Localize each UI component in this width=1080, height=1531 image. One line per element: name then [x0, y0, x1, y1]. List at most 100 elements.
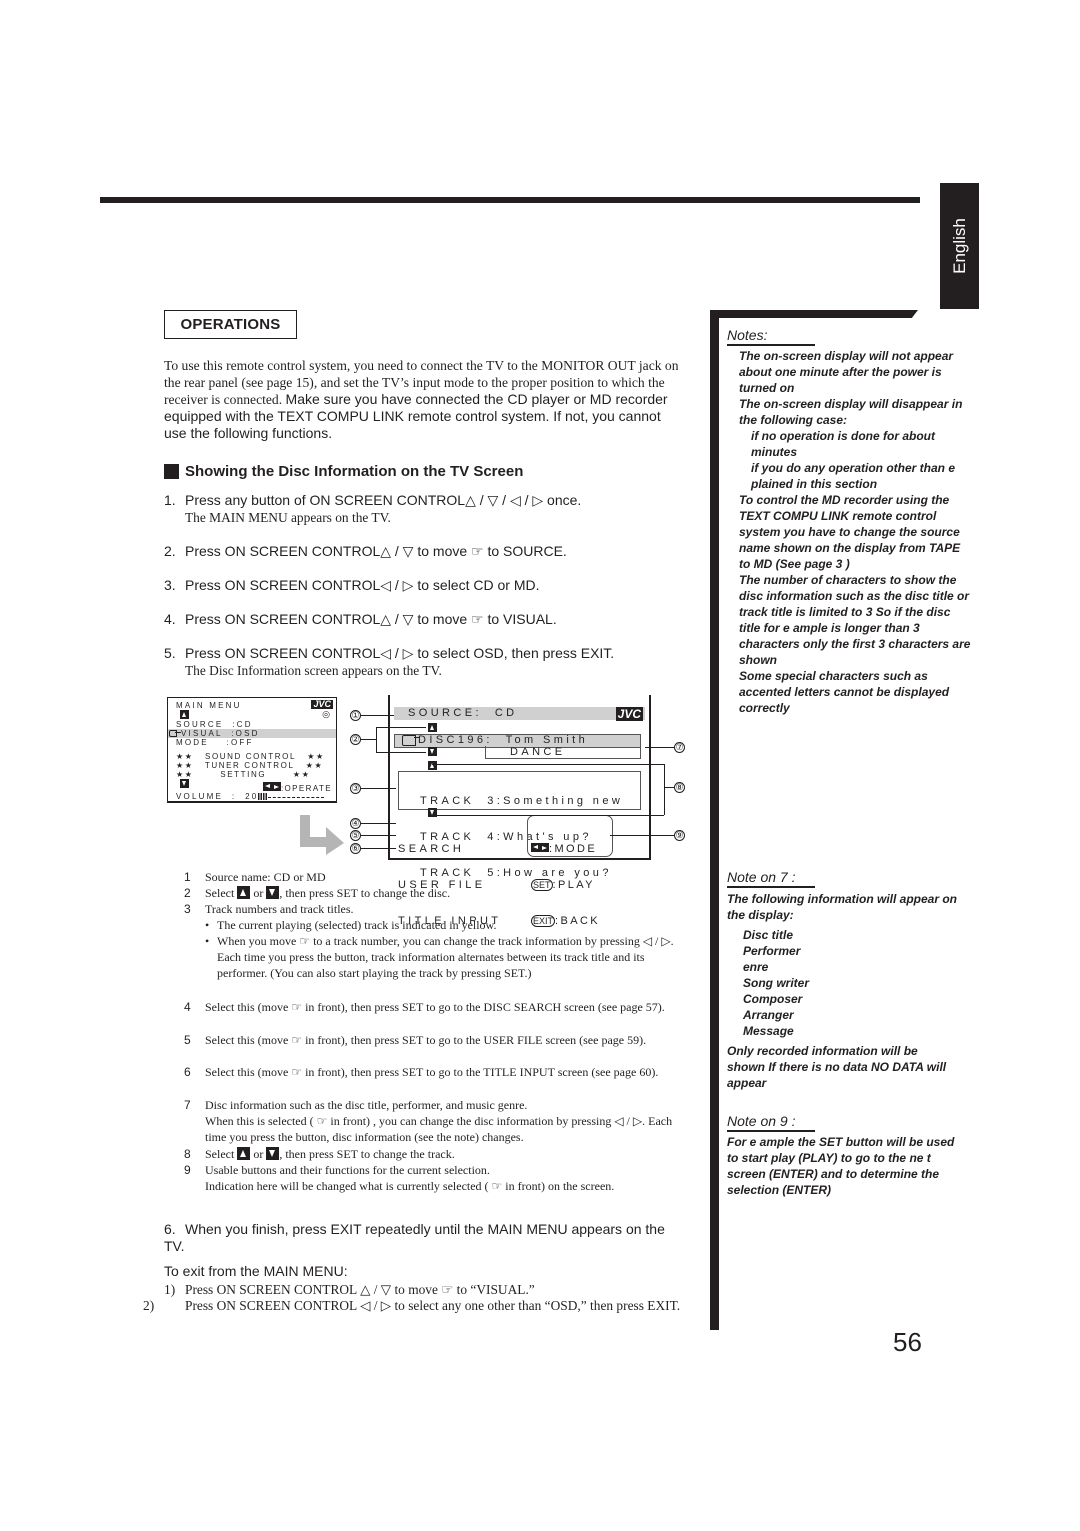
callout-6: ⑥	[350, 843, 361, 854]
callout-line	[664, 787, 674, 788]
left-arrow-icon	[262, 782, 272, 791]
track-up-arrow-icon	[428, 761, 437, 770]
callout-8: ⑧	[674, 782, 685, 793]
note7-list-item: Performer	[743, 944, 801, 958]
callout-line	[361, 835, 396, 836]
down-square-icon	[266, 886, 280, 899]
flow-arrow-icon	[300, 815, 344, 855]
heading-square-icon	[164, 464, 179, 479]
legend-bullet: When you move ☞ to a track number, you c…	[184, 933, 674, 981]
main-menu-screen: MAIN MENU JVC ◎ SOURCE :CD VISUAL :OSD M…	[167, 697, 337, 803]
callout-7: ⑦	[674, 742, 685, 753]
note7-outro: Only recorded information will be shown …	[727, 1044, 947, 1090]
legend-item-6: 6 Select this (move ☞ in front), then pre…	[184, 1065, 659, 1079]
step-sub: The Disc Information screen appears on t…	[185, 663, 442, 678]
step-text: Press ON SCREEN CONTROL△ / ▽ to move ☞ t…	[185, 543, 567, 559]
note9-body: For e ample the SET button will be used …	[727, 1134, 959, 1198]
left-arrow-icon	[531, 843, 540, 852]
callout-2: ②	[350, 734, 361, 745]
intro-paragraph: To use this remote control system, you n…	[164, 357, 684, 442]
volume-bar	[258, 793, 269, 800]
step-text: Press any button of ON SCREEN CONTROL△ /…	[185, 492, 582, 508]
note-item: The on-screen display will not appear ab…	[739, 349, 954, 395]
callout-line	[432, 764, 664, 765]
jvc-logo: JVC	[615, 707, 643, 721]
jvc-logo: JVC	[311, 699, 333, 709]
up-square-icon	[237, 886, 251, 899]
language-label: English	[949, 218, 969, 274]
notes-top-bar	[712, 310, 918, 318]
note-item: To control the MD recorder using the TEX…	[739, 493, 961, 571]
note7-body: The following information will appear on…	[727, 891, 959, 1091]
note-item: The on-screen display will disappear in …	[739, 397, 963, 427]
step-text: Press ON SCREEN CONTROL◁ / ▷ to select C…	[185, 577, 540, 593]
source-label: SOURCE: CD	[408, 707, 518, 719]
exit-item-1: 1) Press ON SCREEN CONTROL △ / ▽ to move …	[164, 1282, 535, 1297]
callout-line	[361, 715, 394, 716]
mm-submenu: ★★ SOUND CONTROL ★★	[176, 752, 325, 761]
section-box-label: OPERATIONS	[180, 316, 281, 333]
notes-title: Notes:	[727, 327, 815, 346]
exit-item-2: 2) Press ON SCREEN CONTROL ◁ / ▷ to selec…	[143, 1298, 681, 1313]
callout-line	[376, 727, 426, 728]
heading-text: Showing the Disc Information on the TV S…	[185, 463, 524, 480]
step-6: 6. When you finish, press EXIT repeatedly…	[164, 1221, 684, 1255]
right-arrow-icon	[271, 782, 281, 791]
note7-intro: The following information will appear on…	[727, 892, 957, 922]
mm-row-visual: VISUAL :OSD	[168, 729, 336, 738]
legend-item-9: 9 Usable buttons and their functions for …	[184, 1163, 615, 1193]
note7-list-item: Disc title	[743, 928, 794, 942]
mm-submenu: ★★ SETTING ★★	[176, 770, 311, 779]
step-4: 4. Press ON SCREEN CONTROL△ / ▽ to move ☞…	[164, 611, 684, 628]
right-arrow-icon	[540, 843, 549, 852]
legend-item-4: 4 Select this (move ☞ in front), then pre…	[184, 1000, 665, 1014]
notes-side-bar	[710, 310, 719, 1330]
step-2: 2. Press ON SCREEN CONTROL△ / ▽ to move ☞…	[164, 543, 684, 560]
step-sub: The MAIN MENU appears on the TV.	[185, 510, 391, 525]
section-heading: Showing the Disc Information on the TV S…	[164, 463, 523, 480]
callout-line	[610, 835, 674, 836]
step-text: Press ON SCREEN CONTROL△ / ▽ to move ☞ t…	[185, 611, 557, 627]
language-tab: English	[940, 183, 979, 309]
volume-track	[268, 797, 325, 798]
callout-line	[645, 747, 674, 748]
step-num: 6.	[164, 1221, 176, 1237]
step-3: 3. Press ON SCREEN CONTROL◁ / ▷ to select…	[164, 577, 684, 594]
callout-line	[361, 739, 376, 740]
note7-list-item: Arranger	[743, 1008, 794, 1022]
note-item: The number of characters to show the dis…	[739, 573, 971, 667]
step-num: 1.	[164, 492, 176, 508]
legend-item-7: 7 Disc information such as the disc title…	[184, 1098, 673, 1144]
step-1: 1. Press any button of ON SCREEN CONTROL△…	[164, 492, 684, 526]
callout-line	[432, 815, 664, 816]
step-num: 2.	[164, 543, 176, 559]
notes-body: The on-screen display will not appear ab…	[739, 348, 971, 716]
up-arrow-icon	[180, 710, 189, 719]
down-square-icon	[266, 1147, 280, 1160]
menu-item-search: SEARCH	[398, 843, 465, 855]
exit-title: To exit from the MAIN MENU:	[164, 1263, 348, 1279]
step-text: When you finish, press EXIT repeatedly u…	[164, 1221, 665, 1254]
track-row: TRACK 3:Something new	[420, 795, 624, 807]
pointer-hand-icon	[402, 734, 420, 746]
note-subitem: if no operation is done for about minute…	[751, 429, 935, 459]
note-subitem: if you do any operation other than e pla…	[751, 461, 956, 491]
legend-item-2: 2 Select or , then press SET to change th…	[184, 886, 451, 900]
hint-mode: :MODE	[531, 843, 600, 855]
step-num: 5.	[164, 645, 176, 661]
callout-line	[376, 752, 426, 753]
callout-3: ③	[350, 783, 361, 794]
callout-line	[664, 764, 665, 815]
section-box: OPERATIONS	[164, 310, 297, 339]
disc-icon: ◎	[322, 709, 330, 719]
callout-9: ⑨	[674, 830, 685, 841]
legend-item-8: 8 Select or , then press SET to change th…	[184, 1147, 455, 1161]
callout-line	[361, 823, 396, 824]
callout-1: ①	[350, 710, 361, 721]
note7-list-item: enre	[743, 960, 769, 974]
legend-bullet: The current playing (selected) track is …	[184, 917, 674, 933]
mm-submenu: ★★ TUNER CONTROL ★★	[176, 761, 324, 770]
note-item: Some special characters such as accented…	[739, 669, 950, 715]
note7-title: Note on 7 :	[727, 869, 815, 888]
note9-title: Note on 9 :	[727, 1113, 815, 1132]
